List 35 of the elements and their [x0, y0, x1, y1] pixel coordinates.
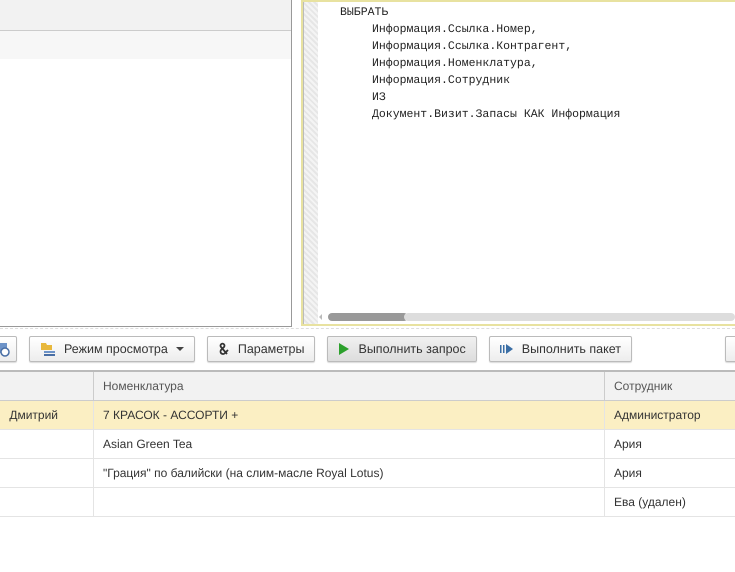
view-mode-button[interactable]: Режим просмотра — [29, 336, 195, 362]
horizontal-scrollbar[interactable] — [317, 312, 735, 322]
code-line: Информация.Ссылка.Номер, — [372, 23, 538, 36]
scroll-left-icon[interactable] — [319, 314, 322, 320]
column-header[interactable]: Номенклатура — [103, 379, 184, 393]
caret-icon — [176, 346, 184, 352]
table-cell: 7 КРАСОК - АССОРТИ + — [103, 408, 238, 422]
parameters-button[interactable]: Параметры — [206, 336, 316, 362]
table-cell: Дмитрий — [9, 408, 58, 422]
table-cell: Asian Green Tea — [103, 437, 192, 451]
play-icon — [338, 342, 350, 356]
query-editor[interactable]: ВЫБРАТЬ Информация.Ссылка.Номер, Информация.Ссылка.Контрагент, Информация.Номенклатура, Информация.Сотрудник ИЗ Документ.Визит.Запасы КАК Информация — [301, 0, 735, 326]
table-cell: "Грация" по балийски (на слим-масле Royal Lotus) — [103, 466, 384, 480]
run-query-button[interactable]: Выполнить запрос — [327, 336, 477, 362]
code-line: ИЗ — [372, 91, 386, 104]
code-line: Информация.Номенклатура, — [372, 57, 538, 70]
table-cell: Ария — [614, 466, 642, 480]
folder-list-icon — [40, 341, 56, 357]
table-row[interactable]: Asian Green Tea Ария — [0, 430, 735, 459]
table-row[interactable]: Ева (удален) — [0, 488, 735, 517]
table-row[interactable]: "Грация" по балийски (на слим-масле Royal Lotus) Ария — [0, 459, 735, 488]
column-header[interactable]: Сотрудник — [614, 379, 672, 393]
code-line: Информация.Сотрудник — [372, 74, 510, 87]
settings-button[interactable] — [0, 336, 17, 362]
table-cell: Администратор — [614, 408, 701, 422]
ampersand-icon — [218, 342, 230, 356]
code-line: ВЫБРАТЬ — [340, 6, 388, 19]
table-cell: Ария — [614, 437, 642, 451]
code-line: Информация.Ссылка.Контрагент, — [372, 40, 572, 53]
play-batch-icon — [500, 342, 514, 356]
table-row[interactable]: Дмитрий 7 КРАСОК - АССОРТИ + Администратор — [0, 401, 735, 430]
list-row[interactable] — [0, 31, 291, 59]
run-batch-button[interactable]: Выполнить пакет — [488, 336, 632, 362]
table-cell: Ева (удален) — [614, 495, 686, 509]
code-line: Документ.Визит.Запасы КАК Информация — [372, 108, 620, 121]
